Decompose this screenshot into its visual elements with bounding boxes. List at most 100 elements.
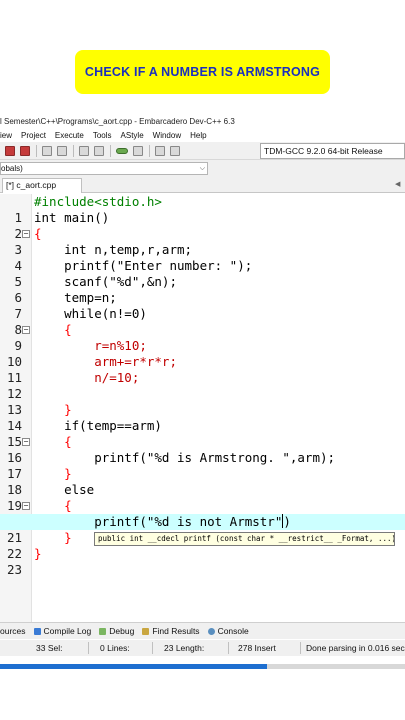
menu-bar: iew Project Execute Tools AStyle Window … bbox=[0, 129, 405, 142]
code-text: { bbox=[34, 322, 72, 337]
scope-select[interactable]: obals) ⌵ bbox=[0, 162, 208, 175]
window-title-bar: l Semester\C++\Programs\c_aort.cpp - Emb… bbox=[0, 115, 405, 129]
code-text: arm+=r*r*r; bbox=[34, 354, 177, 369]
code-line[interactable]: 19 else bbox=[0, 482, 405, 513]
code-text: #include<stdio.h> bbox=[34, 194, 162, 209]
status-divider bbox=[152, 642, 153, 654]
menu-view[interactable]: iew bbox=[0, 131, 12, 140]
status-selection: 33 Sel: bbox=[36, 643, 63, 653]
code-line[interactable]: 14 } bbox=[0, 402, 405, 433]
code-text: printf("Enter number: "); bbox=[34, 258, 253, 273]
text-cursor bbox=[282, 514, 284, 528]
code-line[interactable]: 11 arm+=r*r*r; bbox=[0, 354, 405, 385]
code-text: while(n!=0) bbox=[34, 306, 147, 321]
copy-icon[interactable] bbox=[42, 145, 52, 156]
close-all-icon[interactable] bbox=[5, 145, 15, 156]
code-text: } bbox=[34, 546, 42, 561]
compiler-select[interactable]: TDM-GCC 9.2.0 64-bit Release bbox=[260, 143, 405, 159]
code-line[interactable]: 5 printf("Enter number: "); bbox=[0, 258, 405, 289]
line-number: 23 bbox=[6, 562, 22, 577]
status-bar: 33 Sel: 0 Lines: 23 Length: 278 Insert D… bbox=[0, 640, 405, 656]
goto-icon[interactable] bbox=[170, 145, 180, 156]
tab-debug[interactable]: Debug bbox=[99, 626, 134, 636]
fold-toggle-icon[interactable]: − bbox=[22, 326, 30, 334]
tab-c-aort-cpp[interactable]: [*] c_aort.cpp bbox=[2, 178, 82, 193]
fold-toggle-icon[interactable]: − bbox=[22, 438, 30, 446]
code-line[interactable]: 15 if(temp==arm) bbox=[0, 418, 405, 449]
code-line[interactable]: 13 bbox=[0, 386, 405, 417]
code-line[interactable]: 12 n/=10; bbox=[0, 370, 405, 401]
status-lines: 0 Lines: bbox=[100, 643, 130, 653]
code-text: if(temp==arm) bbox=[34, 418, 162, 433]
menu-tools[interactable]: Tools bbox=[93, 131, 112, 140]
banner-text: CHECK IF A NUMBER IS ARMSTRONG bbox=[84, 65, 321, 79]
menu-project[interactable]: Project bbox=[21, 131, 46, 140]
code-line[interactable]: 10 r=n%10; bbox=[0, 338, 405, 369]
code-text: n/=10; bbox=[34, 370, 140, 385]
status-insert: 278 Insert bbox=[238, 643, 276, 653]
tab-label: [*] c_aort.cpp bbox=[6, 180, 57, 190]
menu-astyle[interactable]: AStyle bbox=[121, 131, 144, 140]
find-icon[interactable] bbox=[79, 145, 89, 156]
tab-label: Find Results bbox=[152, 626, 200, 636]
print-icon[interactable] bbox=[20, 145, 30, 156]
status-divider bbox=[228, 642, 229, 654]
progress-track[interactable] bbox=[0, 664, 405, 669]
code-line[interactable]: 6 scanf("%d",&n); bbox=[0, 274, 405, 305]
code-text: r=n%10; bbox=[34, 338, 147, 353]
status-parse: Done parsing in 0.016 sec bbox=[306, 643, 405, 653]
toolbar-separator bbox=[110, 144, 111, 157]
redo-icon[interactable] bbox=[133, 145, 143, 156]
tab-label: Compile Log bbox=[43, 626, 92, 636]
progress-fill bbox=[0, 664, 268, 669]
code-text: printf("%d is Armstrong. ",arm); bbox=[34, 450, 336, 465]
fold-toggle-icon[interactable]: − bbox=[22, 502, 30, 510]
code-line[interactable]: 23 } bbox=[0, 546, 405, 577]
code-text: int main() bbox=[34, 210, 110, 225]
tab-console[interactable]: Console bbox=[207, 626, 249, 636]
bookmark-icon[interactable] bbox=[155, 145, 165, 156]
compile-log-icon bbox=[33, 627, 41, 635]
code-text: } bbox=[34, 530, 72, 545]
tab-label: Debug bbox=[109, 626, 135, 636]
compiler-value: TDM-GCC 9.2.0 64-bit Release bbox=[264, 146, 383, 156]
fold-toggle-icon[interactable]: − bbox=[22, 230, 30, 238]
code-text: } bbox=[34, 466, 72, 481]
paste-icon[interactable] bbox=[57, 145, 67, 156]
code-line[interactable]: 18 } bbox=[0, 466, 405, 497]
code-text: { bbox=[34, 226, 42, 241]
bottom-panel-tabs: ources Compile Log Debug Find Results Co… bbox=[0, 622, 405, 639]
code-text: } bbox=[34, 402, 72, 417]
tab-scroll-icon[interactable]: ◀ bbox=[395, 180, 400, 188]
current-code-line[interactable]: 21 printf("%d is not Armstr") bbox=[0, 514, 405, 545]
code-text: printf("%d is not Armstr") bbox=[34, 514, 291, 529]
code-line[interactable]: 2 int main() bbox=[0, 210, 405, 241]
code-line[interactable]: 9 − { bbox=[0, 322, 405, 353]
toolbar-separator bbox=[73, 144, 74, 157]
find-results-icon bbox=[142, 627, 150, 635]
menu-execute[interactable]: Execute bbox=[55, 131, 84, 140]
code-line[interactable]: 8 while(n!=0) bbox=[0, 306, 405, 337]
tab-find-results[interactable]: Find Results bbox=[142, 626, 200, 636]
menu-help[interactable]: Help bbox=[190, 131, 206, 140]
code-line[interactable]: 7 temp=n; bbox=[0, 290, 405, 321]
code-line[interactable]: 4 int n,temp,r,arm; bbox=[0, 242, 405, 273]
tab-label: Console bbox=[217, 626, 249, 636]
function-hint-tooltip: public int __cdecl printf (const char * … bbox=[94, 532, 395, 546]
code-line[interactable]: 3 − { bbox=[0, 226, 405, 257]
code-line[interactable]: 1 #include<stdio.h> bbox=[0, 194, 405, 225]
code-text: { bbox=[34, 434, 72, 449]
menu-window[interactable]: Window bbox=[153, 131, 181, 140]
code-line[interactable]: 16 − { bbox=[0, 434, 405, 465]
code-line[interactable]: 17 printf("%d is Armstrong. ",arm); bbox=[0, 450, 405, 481]
toolbar-separator bbox=[149, 144, 150, 157]
undo-icon[interactable] bbox=[116, 147, 128, 154]
chevron-down-icon: ⌵ bbox=[199, 165, 205, 172]
code-line[interactable]: 20 − { bbox=[0, 498, 405, 529]
status-divider bbox=[300, 642, 301, 654]
tab-label: ources bbox=[0, 626, 26, 636]
tab-compile-log[interactable]: Compile Log bbox=[33, 626, 92, 636]
replace-icon[interactable] bbox=[94, 145, 104, 156]
title-banner: CHECK IF A NUMBER IS ARMSTRONG bbox=[75, 50, 330, 94]
tab-resources[interactable]: ources bbox=[0, 626, 26, 636]
